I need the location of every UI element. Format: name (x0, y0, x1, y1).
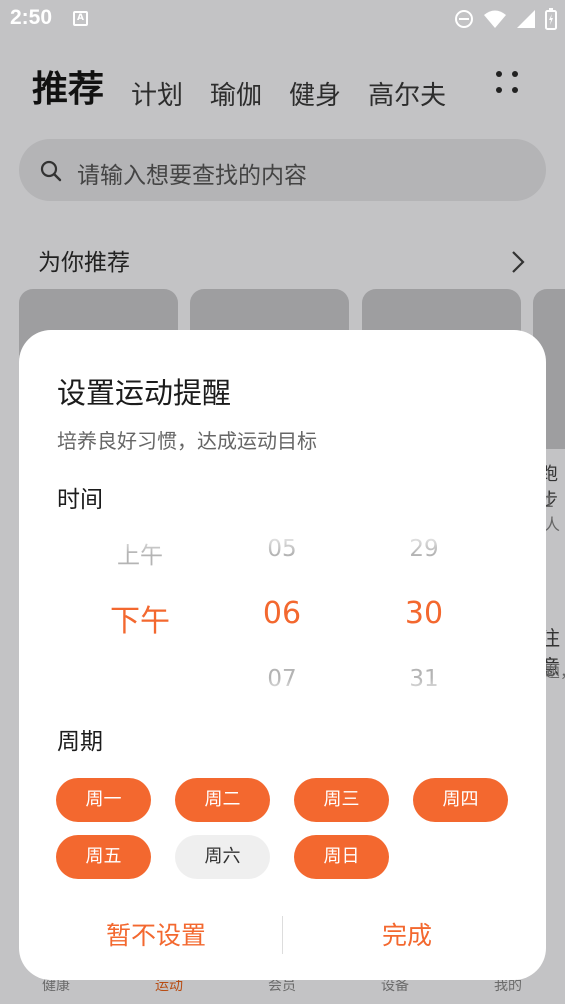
day-chip-wednesday[interactable]: 周三 (294, 778, 389, 822)
more-categories-icon[interactable] (493, 68, 523, 98)
background-card-text: 题， (544, 662, 565, 681)
day-chip-thursday[interactable]: 周四 (413, 778, 508, 822)
chevron-right-icon[interactable] (510, 250, 526, 274)
exercise-reminder-dialog: 设置运动提醒 培养良好习惯，达成运动目标 时间 上午 下午 05 06 07 2… (19, 330, 546, 980)
day-chip-monday[interactable]: 周一 (56, 778, 151, 822)
tab-recommend[interactable]: 推荐 (32, 60, 104, 112)
do-not-disturb-icon (455, 10, 473, 28)
status-time: 2:50 (10, 6, 53, 29)
recommend-section-title: 为你推荐 (38, 250, 130, 276)
search-icon (40, 160, 62, 182)
day-chip-saturday[interactable]: 周六 (175, 835, 270, 879)
background-card-text: 1人 (544, 492, 561, 534)
day-chip-sunday[interactable]: 周日 (294, 835, 389, 879)
dialog-subtitle: 培养良好习惯，达成运动目标 (57, 429, 317, 453)
minute-picker[interactable]: 29 30 31 (344, 528, 504, 698)
picker-selected-option[interactable]: 下午 (60, 596, 220, 640)
time-section-label: 时间 (57, 487, 103, 513)
category-tabs: 推荐 计划 瑜伽 健身 高尔夫 (32, 62, 473, 112)
footer-divider (282, 916, 283, 954)
search-placeholder: 请输入想要查找的内容 (77, 163, 307, 189)
hour-picker[interactable]: 05 06 07 (202, 528, 362, 698)
day-chip-friday[interactable]: 周五 (56, 835, 151, 879)
dialog-title: 设置运动提醒 (57, 376, 232, 410)
cycle-section-label: 周期 (57, 729, 103, 755)
search-bar[interactable]: 请输入想要查找的内容 (19, 139, 546, 201)
signal-icon (517, 10, 535, 28)
tab-fitness[interactable]: 健身 (289, 75, 341, 112)
tab-golf[interactable]: 高尔夫 (368, 75, 446, 112)
done-button[interactable]: 完成 (307, 916, 507, 956)
tab-plan[interactable]: 计划 (131, 75, 183, 112)
wifi-icon (484, 10, 506, 28)
battery-icon (545, 8, 557, 30)
am-pm-picker[interactable]: 上午 下午 (60, 528, 220, 698)
picker-selected-option[interactable]: 30 (344, 596, 504, 631)
status-bar: 2:50 A (0, 0, 565, 38)
day-chip-tuesday[interactable]: 周二 (175, 778, 270, 822)
notification-a-icon: A (73, 11, 88, 26)
picker-selected-option[interactable]: 06 (202, 596, 362, 631)
tab-yoga[interactable]: 瑜伽 (210, 75, 262, 112)
skip-setting-button[interactable]: 暂不设置 (56, 916, 256, 956)
